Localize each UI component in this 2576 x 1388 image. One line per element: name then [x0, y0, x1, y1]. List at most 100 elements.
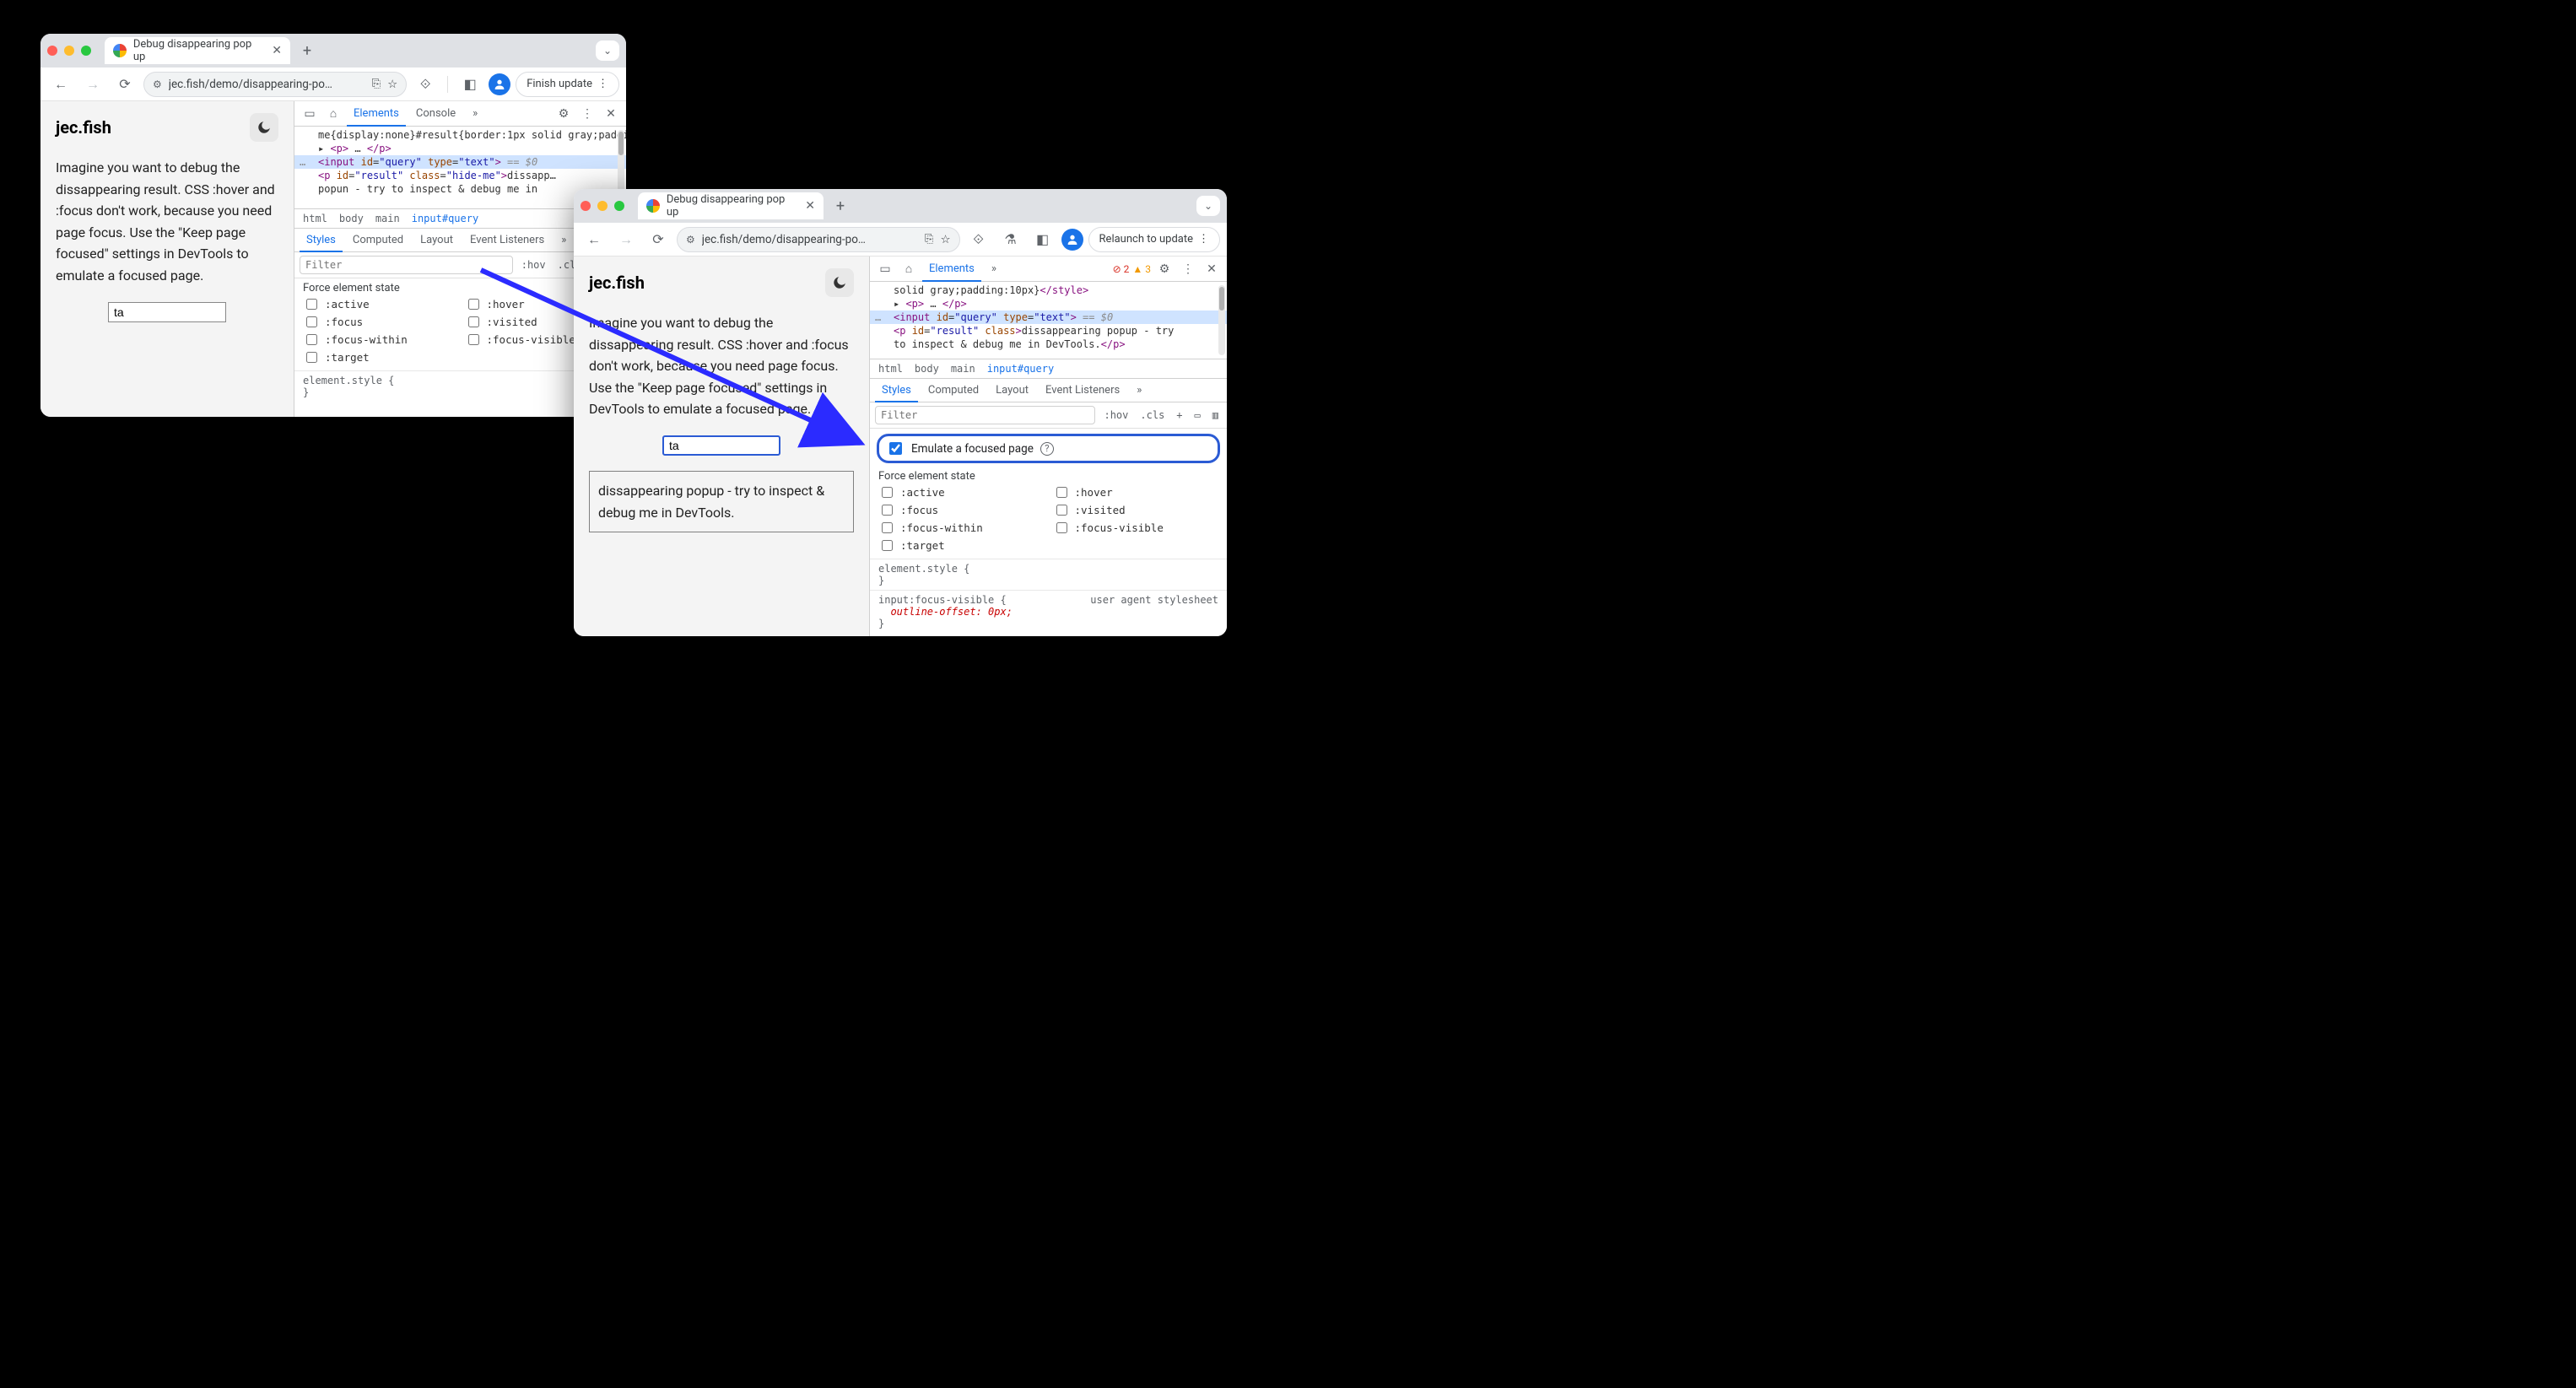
profile-avatar[interactable] [489, 73, 510, 95]
extensions-icon[interactable]: ⟐ [412, 71, 439, 98]
tab-console[interactable]: Console [409, 101, 462, 126]
dom-breadcrumb[interactable]: html body main input#query [870, 359, 1227, 379]
dark-mode-toggle[interactable] [250, 113, 278, 142]
force-focus[interactable]: :focus [303, 314, 456, 330]
hov-toggle[interactable]: :hov [1100, 409, 1131, 421]
close-devtools-icon[interactable]: ✕ [601, 104, 621, 124]
reload-button[interactable]: ⟳ [645, 226, 672, 253]
close-window-icon[interactable] [581, 201, 591, 211]
tab-overflow-icon[interactable]: ⌄ [596, 41, 619, 61]
profile-avatar[interactable] [1061, 229, 1083, 251]
force-active[interactable]: :active [878, 484, 1045, 500]
hov-toggle[interactable]: :hov [518, 259, 549, 271]
forward-button[interactable]: → [613, 226, 640, 253]
device-icon[interactable]: ⌂ [899, 259, 919, 279]
tab-overflow-icon[interactable]: » [1130, 379, 1148, 402]
update-button[interactable]: Finish update ⋮ [516, 72, 619, 97]
close-window-icon[interactable] [47, 46, 57, 56]
labs-icon[interactable]: ⚗ [997, 226, 1024, 253]
force-focus[interactable]: :focus [878, 502, 1045, 518]
settings-icon[interactable]: ⚙ [1154, 259, 1175, 279]
back-button[interactable]: ← [581, 226, 608, 253]
minimize-window-icon[interactable] [597, 201, 608, 211]
cls-toggle[interactable]: .cls [1137, 409, 1168, 421]
force-focus-visible[interactable]: :focus-visible [1053, 520, 1219, 536]
element-style-block[interactable]: element.style { } [870, 559, 1227, 590]
browser-tab[interactable]: Debug disappearing pop up ✕ [105, 37, 290, 64]
close-tab-icon[interactable]: ✕ [272, 44, 282, 57]
side-panel-icon[interactable]: ◧ [456, 71, 483, 98]
extensions-icon[interactable]: ⟐ [965, 226, 992, 253]
forward-button[interactable]: → [79, 71, 106, 98]
back-button[interactable]: ← [47, 71, 74, 98]
force-target[interactable]: :target [303, 349, 456, 365]
tab-computed[interactable]: Computed [921, 379, 986, 402]
kebab-icon[interactable]: ⋮ [577, 104, 597, 124]
browser-tab[interactable]: Debug disappearing pop up ✕ [638, 192, 824, 219]
force-focus-within[interactable]: :focus-within [303, 332, 456, 348]
styles-filter-input[interactable] [875, 406, 1095, 424]
emulate-checkbox[interactable] [889, 442, 902, 455]
computed-toggle-icon[interactable]: ▭ [1191, 409, 1204, 421]
tab-event-listeners[interactable]: Event Listeners [1039, 379, 1126, 402]
inspect-icon[interactable]: ▭ [875, 259, 895, 279]
error-badge[interactable]: ⊘ 2 [1113, 263, 1130, 275]
side-panel-icon[interactable]: ◧ [1029, 226, 1056, 253]
force-active[interactable]: :active [303, 296, 456, 312]
new-style-icon[interactable]: + [1173, 409, 1185, 421]
install-icon[interactable]: ⎘ [925, 233, 933, 246]
crumb[interactable]: html [878, 363, 903, 375]
kebab-icon[interactable]: ⋮ [1178, 259, 1198, 279]
tab-overflow-icon[interactable]: » [466, 101, 484, 126]
reload-button[interactable]: ⟳ [111, 71, 138, 98]
inspect-icon[interactable]: ▭ [300, 104, 320, 124]
emulate-focused-page[interactable]: Emulate a focused page ? [877, 434, 1220, 463]
query-input[interactable] [108, 302, 226, 322]
maximize-window-icon[interactable] [81, 46, 91, 56]
dom-selected-node[interactable]: <input id="query" type="text"> == $0 [870, 311, 1227, 324]
tab-event-listeners[interactable]: Event Listeners [463, 229, 551, 251]
scrollbar[interactable] [1218, 285, 1225, 355]
force-hover[interactable]: :hover [1053, 484, 1219, 500]
site-settings-icon[interactable]: ⚙ [686, 234, 695, 246]
tab-overflow-icon[interactable]: ⌄ [1196, 196, 1220, 216]
crumb[interactable]: main [375, 213, 400, 224]
tab-layout[interactable]: Layout [989, 379, 1035, 402]
address-bar[interactable]: ⚙ jec.fish/demo/disappearing-po… ⎘ ☆ [677, 227, 960, 252]
tab-layout[interactable]: Layout [413, 229, 460, 251]
install-icon[interactable]: ⎘ [372, 78, 381, 90]
dom-tree[interactable]: solid gray;padding:10px}</style> ▸ <p> …… [870, 282, 1227, 359]
update-button[interactable]: Relaunch to update ⋮ [1088, 227, 1220, 252]
crumb-current[interactable]: input#query [987, 363, 1054, 375]
device-icon[interactable]: ⌂ [323, 104, 343, 124]
new-tab-button[interactable]: + [829, 194, 852, 218]
force-target[interactable]: :target [878, 537, 1045, 554]
site-settings-icon[interactable]: ⚙ [153, 78, 162, 90]
tab-overflow-icon[interactable]: » [554, 229, 573, 251]
maximize-window-icon[interactable] [614, 201, 624, 211]
force-visited[interactable]: :visited [1053, 502, 1219, 518]
panel-layout-icon[interactable]: ▥ [1209, 409, 1222, 421]
dark-mode-toggle[interactable] [825, 268, 854, 297]
tab-computed[interactable]: Computed [346, 229, 410, 251]
address-bar[interactable]: ⚙ jec.fish/demo/disappearing-po… ⎘ ☆ [143, 72, 407, 97]
new-tab-button[interactable]: + [295, 39, 319, 62]
tab-elements[interactable]: Elements [922, 257, 981, 282]
tab-styles[interactable]: Styles [300, 230, 343, 252]
bookmark-icon[interactable]: ☆ [940, 233, 950, 246]
tab-styles[interactable]: Styles [875, 380, 918, 402]
bookmark-icon[interactable]: ☆ [387, 78, 397, 91]
close-tab-icon[interactable]: ✕ [805, 199, 815, 213]
ua-stylesheet-block[interactable]: user agent stylesheet input:focus-visibl… [870, 590, 1227, 633]
warning-badge[interactable]: ▲ 3 [1132, 263, 1151, 275]
force-focus-within[interactable]: :focus-within [878, 520, 1045, 536]
crumb[interactable]: body [339, 213, 364, 224]
tab-elements[interactable]: Elements [347, 102, 406, 127]
minimize-window-icon[interactable] [64, 46, 74, 56]
crumb[interactable]: body [915, 363, 939, 375]
crumb[interactable]: html [303, 213, 327, 224]
dom-selected-node[interactable]: <input id="query" type="text"> == $0 [294, 155, 626, 169]
tab-overflow-icon[interactable]: » [985, 257, 1003, 281]
settings-icon[interactable]: ⚙ [554, 104, 574, 124]
styles-filter-input[interactable] [300, 256, 513, 274]
